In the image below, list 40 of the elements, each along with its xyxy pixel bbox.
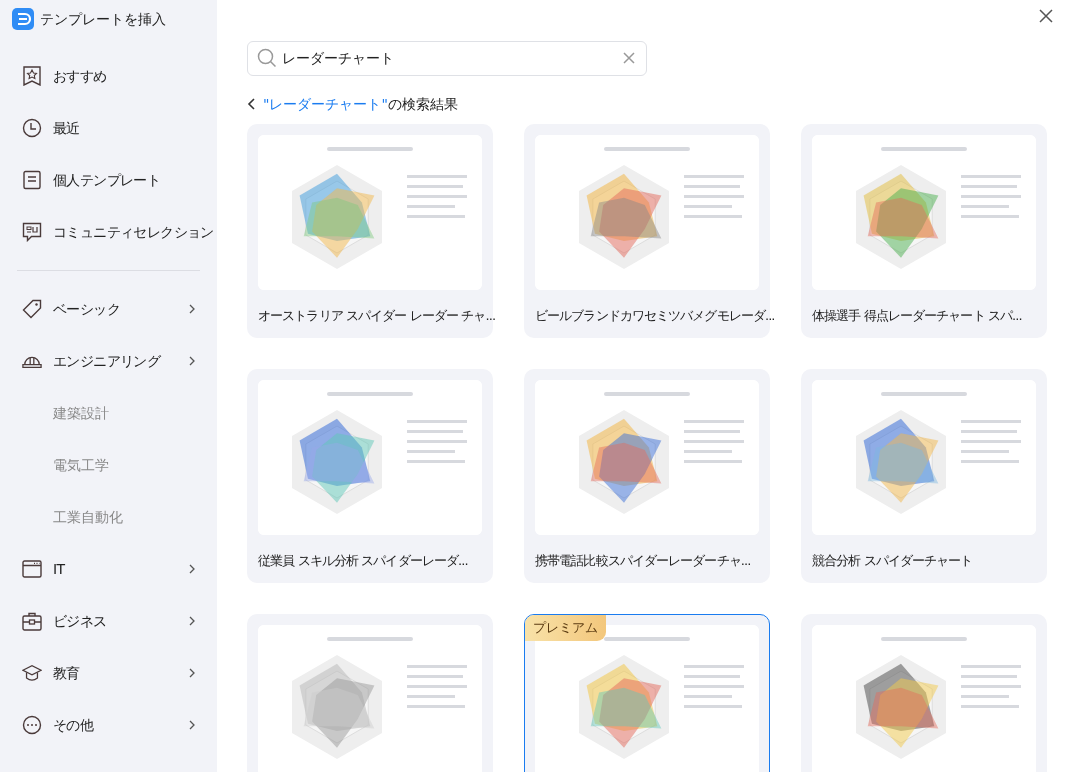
- briefcase-icon: [22, 611, 42, 631]
- app-logo-icon: [12, 8, 34, 30]
- premium-badge: プレミアム: [525, 615, 606, 641]
- more-icon: [22, 715, 42, 735]
- template-card[interactable]: [801, 614, 1047, 772]
- document-icon: [22, 170, 42, 190]
- search-icon: [257, 48, 277, 68]
- results-heading: "レーダーチャート"の検索結果: [263, 94, 458, 114]
- template-title: 従業員 スキル分析 スパイダーレーダ...: [258, 552, 468, 570]
- chat-icon: [22, 222, 42, 242]
- template-card[interactable]: プレミアム: [524, 614, 770, 772]
- template-title: 体操選手 得点レーダーチャート スパ...: [812, 307, 1022, 325]
- template-card[interactable]: オーストラリア スパイダー レーダー チャ...: [247, 124, 493, 338]
- template-title: 携帯電話比較スパイダーレーダーチャ...: [535, 552, 751, 570]
- sidebar-item[interactable]: ベーシック: [0, 283, 217, 335]
- sidebar-item[interactable]: コミュニティセレクション: [0, 206, 217, 258]
- browser-window-icon: [22, 560, 42, 578]
- sidebar-item[interactable]: 最近: [0, 102, 217, 154]
- back-icon[interactable]: [247, 98, 255, 110]
- template-card[interactable]: 従業員 スキル分析 スパイダーレーダ...: [247, 369, 493, 583]
- template-title: オーストラリア スパイダー レーダー チャ...: [258, 307, 496, 325]
- template-card[interactable]: 携帯電話比較スパイダーレーダーチャ...: [524, 369, 770, 583]
- template-title: 競合分析 スパイダーチャート: [812, 552, 973, 570]
- clear-icon[interactable]: [623, 52, 635, 64]
- graduation-cap-icon: [22, 663, 42, 683]
- sidebar-item[interactable]: おすすめ: [0, 50, 217, 102]
- tag-icon: [22, 299, 42, 319]
- sidebar-item[interactable]: エンジニアリング: [0, 335, 217, 387]
- sidebar-item[interactable]: 教育: [0, 647, 217, 699]
- template-card[interactable]: [247, 614, 493, 772]
- search-field[interactable]: レーダーチャート: [247, 41, 647, 76]
- clock-icon: [22, 118, 42, 138]
- template-card[interactable]: 体操選手 得点レーダーチャート スパ...: [801, 124, 1047, 338]
- sidebar-item[interactable]: ビジネス: [0, 595, 217, 647]
- window-title: テンプレートを挿入: [40, 9, 166, 29]
- sidebar-item[interactable]: IT: [0, 543, 217, 595]
- sidebar-item[interactable]: 個人テンプレート: [0, 154, 217, 206]
- sidebar-item[interactable]: その他: [0, 699, 217, 751]
- template-card[interactable]: 競合分析 スパイダーチャート: [801, 369, 1047, 583]
- star-bookmark-icon: [22, 66, 42, 86]
